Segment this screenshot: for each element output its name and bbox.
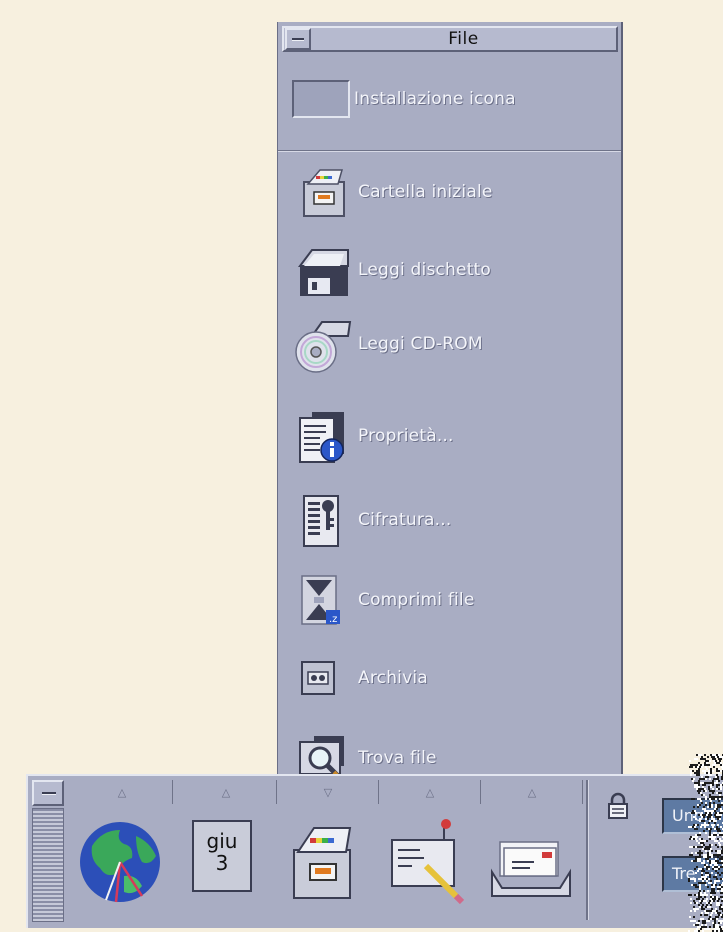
front-panel-divider bbox=[586, 780, 588, 920]
subpanel-item-label: Trova file bbox=[358, 748, 437, 768]
front-panel: △ △ ▽ △ △ giu 3 Uno Tre bbox=[26, 774, 723, 928]
subpanel-window-menu-button[interactable] bbox=[285, 28, 311, 50]
install-icon-dropzone[interactable] bbox=[292, 80, 350, 118]
subpanel-title: File bbox=[448, 29, 479, 49]
calendar-day: 3 bbox=[215, 851, 229, 875]
mailer-icon[interactable] bbox=[486, 816, 576, 906]
calendar-month: giu bbox=[206, 829, 238, 853]
world-clock-icon[interactable] bbox=[76, 816, 166, 906]
subpanel-title-bar: File bbox=[282, 26, 618, 52]
properties-info-icon bbox=[299, 412, 344, 463]
archive-tape-icon bbox=[301, 661, 335, 695]
subpanel-item-label: Proprietà... bbox=[358, 426, 454, 446]
home-folder-icon bbox=[303, 169, 345, 217]
arrow-up-icon: △ bbox=[117, 785, 127, 799]
front-panel-menu-button[interactable] bbox=[32, 780, 64, 806]
subpanel-item-open-floppy[interactable]: Leggi dischetto bbox=[290, 240, 491, 300]
subpanel-separator bbox=[278, 150, 621, 152]
file-subpanel: File Installazione icona Cartella inizia… bbox=[277, 22, 623, 782]
subpanel-item-compress[interactable]: .z Comprimi file bbox=[290, 570, 475, 630]
calendar-icon[interactable]: giu 3 bbox=[192, 820, 252, 892]
subpanel-item-open-cdrom[interactable]: Leggi CD-ROM bbox=[290, 314, 483, 374]
subpanel-item-label: Comprimi file bbox=[358, 590, 475, 610]
subpanel-arrow-up[interactable]: △ bbox=[72, 780, 173, 804]
install-icon-label: Installazione icona bbox=[354, 89, 516, 109]
subpanel-item-archive[interactable]: Archivia bbox=[290, 648, 428, 708]
install-icon-row[interactable]: Installazione icona bbox=[292, 77, 516, 121]
subpanel-item-label: Archivia bbox=[358, 668, 428, 688]
cd-rom-icon bbox=[295, 321, 352, 373]
compress-file-icon: .z bbox=[301, 575, 340, 625]
encryption-key-icon bbox=[303, 495, 339, 547]
subpanel-item-label: Leggi CD-ROM bbox=[358, 334, 483, 354]
subpanel-arrow-down[interactable]: ▽ bbox=[278, 780, 379, 804]
subpanel-arrow-up[interactable]: △ bbox=[380, 780, 481, 804]
subpanel-item-properties[interactable]: Proprietà... bbox=[290, 406, 454, 466]
front-panel-drag-handle[interactable] bbox=[32, 808, 64, 922]
subpanel-arrow-up[interactable]: △ bbox=[482, 780, 583, 804]
lock-icon[interactable] bbox=[606, 792, 630, 820]
arrow-up-icon: △ bbox=[527, 785, 537, 799]
svg-text:.z: .z bbox=[329, 614, 337, 625]
subpanel-item-label: Cartella iniziale bbox=[358, 182, 493, 202]
floppy-disk-icon bbox=[298, 249, 349, 296]
screenshot-torn-edge bbox=[688, 754, 723, 932]
arrow-down-icon: ▽ bbox=[323, 785, 333, 799]
text-editor-icon[interactable] bbox=[384, 816, 474, 906]
file-manager-icon[interactable] bbox=[282, 816, 372, 906]
subpanel-item-label: Leggi dischetto bbox=[358, 260, 492, 280]
subpanel-item-encryption[interactable]: Cifratura... bbox=[290, 490, 451, 550]
arrow-up-icon: △ bbox=[425, 785, 435, 799]
arrow-up-icon: △ bbox=[221, 785, 231, 799]
subpanel-item-home-folder[interactable]: Cartella iniziale bbox=[290, 162, 493, 222]
subpanel-item-label: Cifratura... bbox=[358, 510, 452, 530]
subpanel-arrow-up[interactable]: △ bbox=[176, 780, 277, 804]
